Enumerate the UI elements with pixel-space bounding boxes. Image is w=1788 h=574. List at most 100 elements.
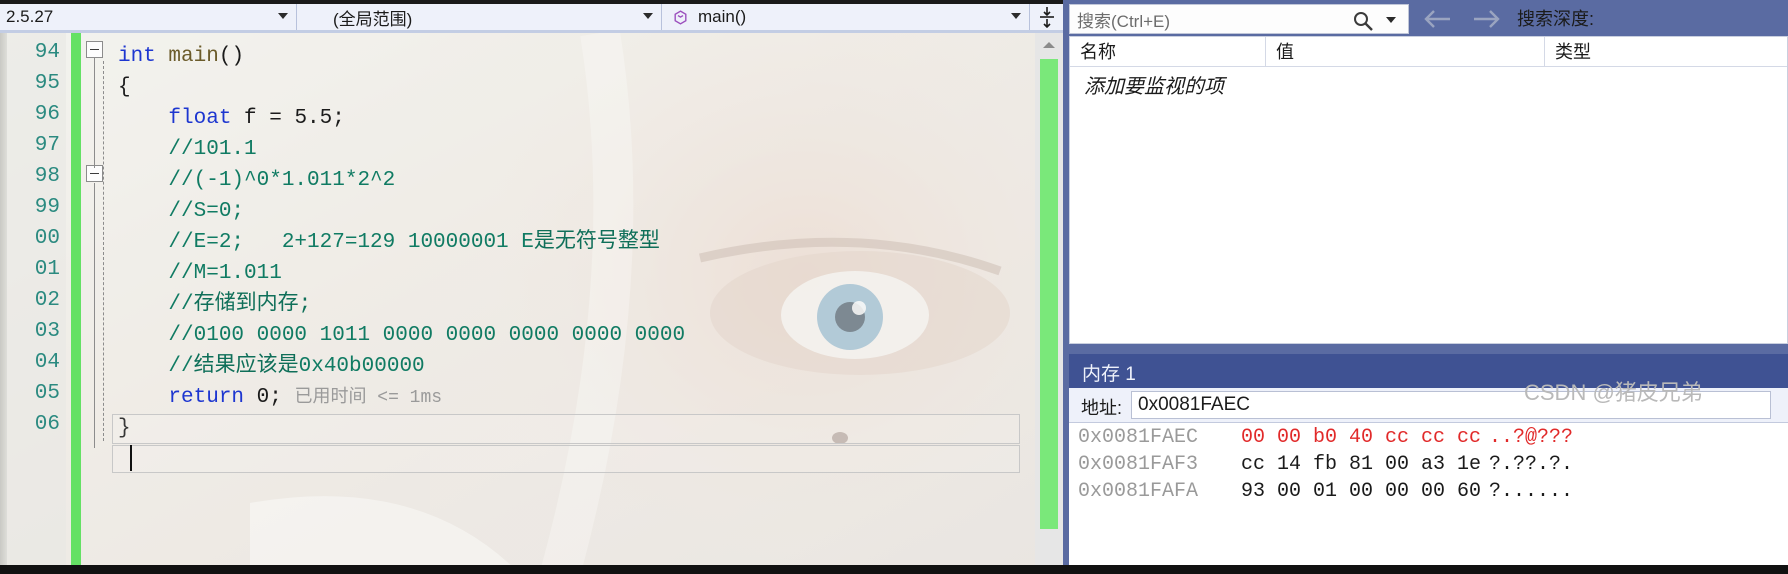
watch-add-item-placeholder: 添加要监视的项 xyxy=(1084,76,1224,98)
line-number: 99 xyxy=(34,196,60,219)
code-token: // xyxy=(118,355,194,378)
code-token: () xyxy=(218,45,245,68)
code-token: float xyxy=(168,107,232,130)
watch-column-name[interactable]: 名称 xyxy=(1070,37,1266,67)
code-token: 0; xyxy=(244,386,295,409)
line-number: 04 xyxy=(34,351,60,374)
memory-row-hex: 93 00 01 00 00 00 60 xyxy=(1241,480,1482,503)
fold-guide-line xyxy=(94,183,95,448)
chevron-down-icon xyxy=(278,13,288,19)
bottom-chrome-strip xyxy=(0,565,1788,574)
code-token: f = 5.5; xyxy=(231,107,345,130)
memory-row-ascii: ?...... xyxy=(1489,480,1574,503)
code-token: // xyxy=(118,293,194,316)
memory-window-title: 内存 1 xyxy=(1082,364,1136,385)
watch-window[interactable]: 名称 值 类型 添加要监视的项 xyxy=(1069,36,1788,344)
memory-row-hex: 00 00 b0 40 cc cc cc xyxy=(1241,426,1482,449)
member-scope-value: main() xyxy=(698,7,747,26)
code-token: 存储到内存; xyxy=(193,293,312,316)
code-token: { xyxy=(118,76,131,99)
code-line-text: return 0; 已用时间 <= 1ms xyxy=(118,382,442,414)
memory-row-hex: cc 14 fb 81 00 a3 1e xyxy=(1241,453,1482,476)
search-input[interactable]: 搜索(Ctrl+E) xyxy=(1069,4,1409,34)
project-scope-value: 2.5.27 xyxy=(6,7,54,26)
scroll-up-button[interactable] xyxy=(1035,33,1063,57)
text-caret xyxy=(130,445,132,471)
line-number: 05 xyxy=(34,382,60,405)
search-options-chevron-down-icon[interactable] xyxy=(1386,17,1396,23)
memory-row-ascii: ..?@??? xyxy=(1489,426,1574,449)
code-line-text: //M=1.011 xyxy=(118,258,282,289)
indent-guide xyxy=(103,61,104,441)
scrollbar-thumb[interactable] xyxy=(1040,59,1058,529)
code-editor[interactable]: 94 int main() 95 {96 float f = 5.5; 97 //101… xyxy=(0,33,1035,574)
code-line-text: //0100 0000 1011 0000 0000 0000 0000 000… xyxy=(118,320,685,351)
visual-studio-window: 2.5.27 (全局范围) main() 94 int main() 95 {… xyxy=(0,0,1788,574)
global-scope-dropdown[interactable]: (全局范围) xyxy=(297,4,662,30)
chevron-up-icon xyxy=(1043,42,1055,48)
memory-window[interactable]: 内存 1 地址: 0x0081FAEC 0x0081FAEC 00 00 b0 4… xyxy=(1069,354,1788,574)
watch-empty-row[interactable]: 添加要监视的项 xyxy=(1070,67,1787,101)
code-line-text: //存储到内存; xyxy=(118,289,311,320)
line-number: 02 xyxy=(34,289,60,312)
method-icon xyxy=(674,9,687,25)
current-statement-highlight xyxy=(112,414,1020,444)
code-token: //0100 0000 1011 0000 0000 0000 0000 000… xyxy=(118,324,686,347)
memory-row-address: 0x0081FAEC xyxy=(1078,426,1199,449)
code-lines[interactable]: 94 int main() 95 {96 float f = 5.5; 97 //101… xyxy=(0,33,1035,574)
line-number: 00 xyxy=(34,227,60,250)
search-placeholder: 搜索(Ctrl+E) xyxy=(1077,11,1171,31)
memory-address-label: 地址: xyxy=(1081,398,1123,418)
split-window-icon xyxy=(1039,7,1054,28)
code-line-text: { xyxy=(118,72,131,103)
member-scope-dropdown[interactable]: main() xyxy=(662,4,1030,30)
memory-row-ascii: ?.??.?. xyxy=(1489,453,1574,476)
arrow-right-icon[interactable] xyxy=(1469,6,1503,32)
search-depth-label: 搜索深度: xyxy=(1517,9,1595,29)
editor-vertical-scrollbar[interactable] xyxy=(1035,33,1063,574)
fold-guide-line xyxy=(94,58,95,168)
code-token: //(-1)^0*1.011*2^2 xyxy=(118,169,396,192)
csdn-watermark: CSDN @猪皮兄弟 xyxy=(1524,380,1703,405)
search-navigation xyxy=(1421,6,1503,32)
memory-hex-rows[interactable]: 0x0081FAEC 00 00 b0 40 cc cc cc ..?@??? 0x0… xyxy=(1069,424,1788,574)
line-number: 01 xyxy=(34,258,60,281)
line-number: 06 xyxy=(34,413,60,436)
code-token: 已用时间 <= 1ms xyxy=(294,388,443,408)
watch-column-value[interactable]: 值 xyxy=(1266,37,1545,67)
watch-column-type[interactable]: 类型 xyxy=(1545,37,1788,67)
global-scope-value: (全局范围) xyxy=(333,9,413,29)
watch-search-row: 搜索(Ctrl+E) 搜索深度: xyxy=(1069,4,1788,34)
current-line-highlight xyxy=(112,445,1020,473)
arrow-left-icon[interactable] xyxy=(1421,6,1455,32)
code-line-text: //101.1 xyxy=(118,134,257,165)
code-token: int xyxy=(118,45,169,68)
code-token: //E=2; 2+127=129 10000001 E xyxy=(118,231,534,254)
chevron-down-icon xyxy=(643,13,653,19)
code-line-text: //E=2; 2+127=129 10000001 E是无符号整型 xyxy=(118,227,660,258)
search-icon[interactable] xyxy=(1352,10,1374,32)
split-window-button[interactable] xyxy=(1030,4,1063,30)
code-line-text: //S=0; xyxy=(118,196,244,227)
code-line-text: //(-1)^0*1.011*2^2 xyxy=(118,165,395,196)
code-token: //S=0; xyxy=(118,200,245,223)
code-line-text: //结果应该是0x40b00000 xyxy=(118,351,424,382)
project-scope-dropdown[interactable]: 2.5.27 xyxy=(0,4,297,30)
code-token: //101.1 xyxy=(118,138,257,161)
line-number: 03 xyxy=(34,320,60,343)
code-token: 结果应该是 xyxy=(193,355,299,378)
code-line-text: float f = 5.5; xyxy=(118,103,345,134)
chevron-down-icon xyxy=(1011,13,1021,19)
code-token: //M=1.011 xyxy=(118,262,282,285)
line-number: 97 xyxy=(34,134,60,157)
code-line-text: int main() xyxy=(118,41,244,72)
editor-navigation-bar: 2.5.27 (全局范围) main() xyxy=(0,4,1063,30)
memory-row-address: 0x0081FAF3 xyxy=(1078,453,1199,476)
line-number: 96 xyxy=(34,103,60,126)
code-token: 是无符号整型 xyxy=(533,231,660,254)
fold-toggle-main[interactable] xyxy=(86,41,103,58)
code-token: return xyxy=(168,386,245,409)
line-number: 98 xyxy=(34,165,60,188)
